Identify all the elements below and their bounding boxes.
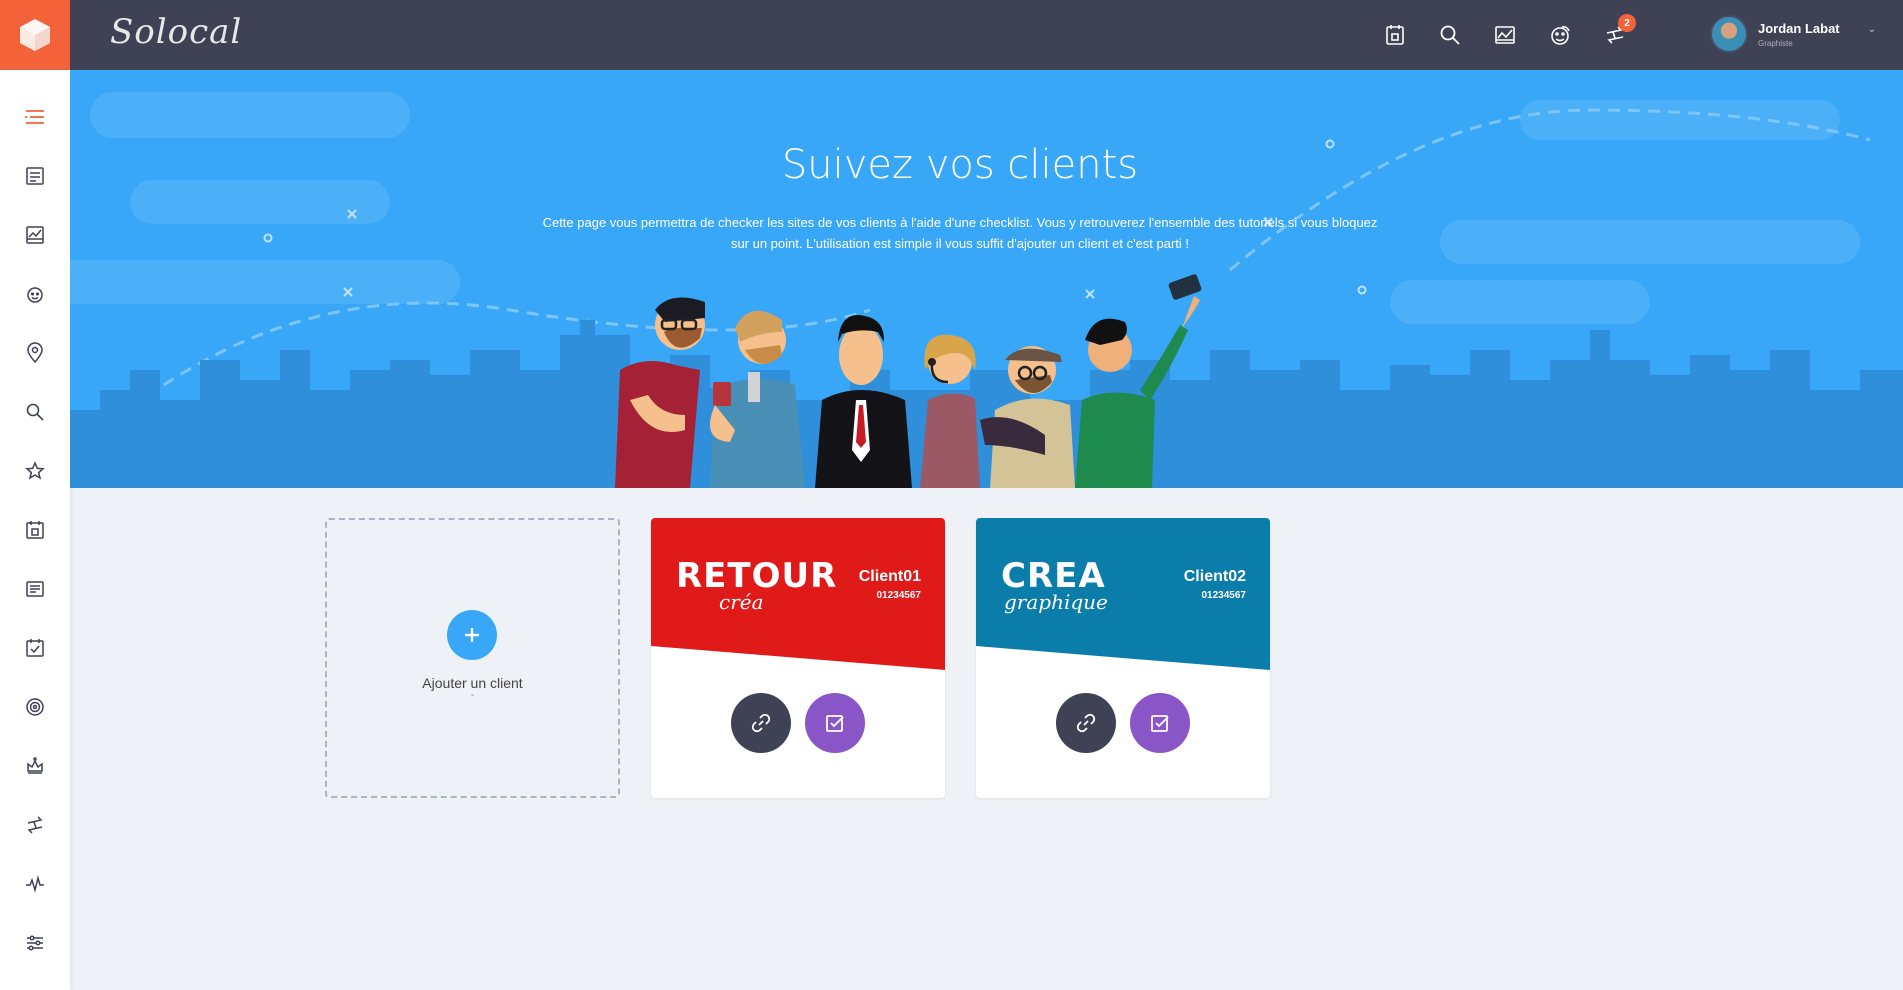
client-checklist-button[interactable] <box>1130 693 1190 753</box>
sidebar-item-target[interactable] <box>20 692 50 722</box>
sidebar-item-favorites[interactable] <box>20 456 50 486</box>
checklist-icon <box>26 639 44 657</box>
exchange-icon <box>27 816 43 834</box>
cube-icon <box>20 19 50 51</box>
client-logo-script: graphique <box>1004 590 1108 614</box>
client-logo-script: créa <box>719 590 764 614</box>
sidebar-item-activity[interactable] <box>20 869 50 899</box>
search-icon <box>26 403 44 421</box>
sidebar-item-list[interactable] <box>20 161 50 191</box>
plus-icon <box>465 628 479 642</box>
client-checklist-button[interactable] <box>805 693 865 753</box>
brand-logo[interactable]: Solocal <box>110 12 242 58</box>
sidebar-item-location[interactable] <box>20 338 50 368</box>
calendar-icon <box>1386 25 1404 45</box>
add-client-card[interactable]: Ajouter un client - <box>325 518 620 798</box>
crown-icon <box>27 757 43 774</box>
link-icon <box>751 713 771 733</box>
top-bar: Solocal 2 Jordan Labat Graphiste ⌄ <box>0 0 1903 70</box>
client-link-button[interactable] <box>1056 693 1116 753</box>
client-actions <box>651 693 945 753</box>
face-icon <box>1551 26 1570 45</box>
sidebar-item-reviews[interactable] <box>20 279 50 309</box>
target-icon <box>26 698 44 716</box>
user-role: Graphiste <box>1758 38 1793 48</box>
client-code: 01234567 <box>1201 590 1247 601</box>
add-client-button[interactable] <box>447 610 497 660</box>
sidebar-item-premium[interactable] <box>20 751 50 781</box>
settings-icon <box>27 935 43 951</box>
client-card[interactable]: CREA graphique Client02 01234567 <box>976 518 1270 798</box>
client-link-button[interactable] <box>731 693 791 753</box>
checkbox-icon <box>1151 715 1169 732</box>
location-icon <box>27 342 43 364</box>
sidebar-item-exchange[interactable] <box>20 810 50 840</box>
hero-background-illustration <box>70 92 1903 488</box>
chart-icon <box>1495 26 1515 44</box>
menu-icon <box>25 110 44 124</box>
add-client-sublabel: - <box>470 690 475 701</box>
chevron-down-icon: ⌄ <box>1867 23 1877 35</box>
chart-icon <box>26 226 44 244</box>
notification-badge: 2 <box>1618 14 1636 32</box>
user-menu[interactable]: Jordan Labat Graphiste ⌄ <box>1710 15 1876 53</box>
news-icon <box>26 581 44 597</box>
client-actions <box>976 693 1270 753</box>
sidebar-item-checklist[interactable] <box>20 633 50 663</box>
search-icon <box>1440 25 1460 45</box>
sidebar-item-stats[interactable] <box>20 220 50 250</box>
exchange-button[interactable]: 2 <box>1600 14 1636 54</box>
search-button[interactable] <box>1435 16 1465 54</box>
client-name: Client01 <box>858 568 921 585</box>
sidebar-item-menu[interactable] <box>20 102 50 132</box>
sidebar-item-calendar[interactable] <box>20 515 50 545</box>
list-icon <box>26 167 44 185</box>
calendar-icon <box>26 521 44 539</box>
star-icon <box>25 461 45 480</box>
add-client-label: Ajouter un client <box>422 675 523 691</box>
user-name: Jordan Labat <box>1758 20 1840 36</box>
sidebar-item-settings[interactable] <box>20 928 50 958</box>
sidebar-item-search[interactable] <box>20 397 50 427</box>
avatar <box>1710 15 1748 53</box>
client-code: 01234567 <box>876 590 922 601</box>
client-name: Client02 <box>1183 568 1246 585</box>
page-description: Cette page vous permettra de checker les… <box>542 215 1378 251</box>
sidebar-item-news[interactable] <box>20 574 50 604</box>
sidebar <box>0 70 70 990</box>
client-card[interactable]: RETOUR créa Client01 01234567 <box>651 518 945 798</box>
brand-name: Solocal <box>110 12 243 52</box>
top-toolbar: 2 <box>1380 14 1636 54</box>
face-icon <box>27 287 43 303</box>
calendar-button[interactable] <box>1380 16 1410 54</box>
hero-banner: Suivez vos clients Cette page vous perme… <box>70 70 1903 488</box>
page-title: Suivez vos clients <box>781 142 1139 188</box>
link-icon <box>1076 713 1096 733</box>
pulse-icon <box>26 875 44 893</box>
stats-button[interactable] <box>1490 16 1520 54</box>
reviews-button[interactable] <box>1545 16 1575 54</box>
app-logo[interactable] <box>0 0 70 70</box>
checkbox-icon <box>826 715 844 732</box>
